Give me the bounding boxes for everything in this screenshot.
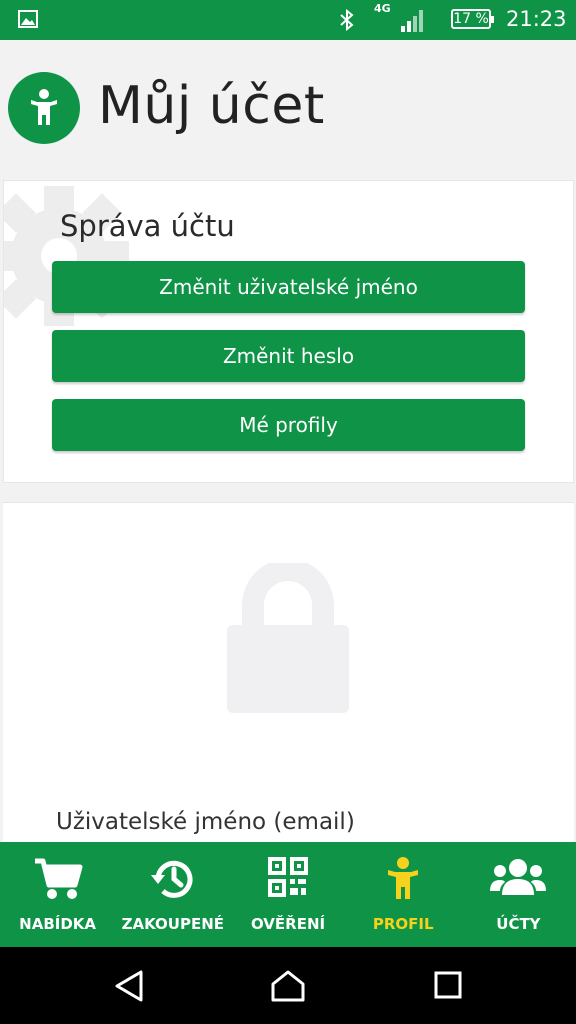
bottom-navigation: NABÍDKA ZAKOUPENÉ OVĚŘENÍ PROFIL ÚČTY	[0, 842, 576, 947]
account-management-card: Správa účtu Změnit uživatelské jméno Změ…	[3, 180, 574, 483]
account-management-title: Správa účtu	[60, 209, 235, 243]
nav-item-offer[interactable]: NABÍDKA	[0, 842, 115, 947]
home-icon[interactable]	[270, 969, 306, 1003]
username-field-label: Uživatelské jméno (email)	[56, 809, 355, 835]
signal-icon	[401, 10, 423, 32]
nav-label-accounts: ÚČTY	[496, 915, 541, 933]
change-username-button[interactable]: Změnit uživatelské jméno	[52, 261, 525, 313]
lock-icon	[227, 563, 349, 713]
nav-label-offer: NABÍDKA	[19, 915, 97, 933]
nav-item-verification[interactable]: OVĚŘENÍ	[230, 842, 345, 947]
gallery-notification-icon	[18, 10, 38, 28]
nav-label-profile: PROFIL	[372, 915, 434, 933]
page-header: Můj účet	[0, 40, 576, 178]
network-type: 4G	[374, 2, 391, 15]
battery-indicator: 17 %	[451, 9, 494, 29]
nav-label-verification: OVĚŘENÍ	[250, 915, 326, 933]
page-title: Můj účet	[98, 76, 325, 136]
credentials-card: Uživatelské jméno (email)	[3, 502, 574, 842]
avatar	[8, 72, 80, 144]
nav-item-purchased[interactable]: ZAKOUPENÉ	[115, 842, 230, 947]
nav-label-purchased: ZAKOUPENÉ	[121, 915, 225, 933]
users-icon	[490, 859, 547, 895]
person-icon	[31, 89, 57, 125]
recents-icon[interactable]	[433, 969, 463, 1001]
bluetooth-icon	[340, 9, 354, 31]
clock: 21:23	[506, 7, 567, 31]
history-icon	[150, 860, 193, 898]
my-profiles-button[interactable]: Mé profily	[52, 399, 525, 451]
change-password-button[interactable]: Změnit heslo	[52, 330, 525, 382]
qr-code-icon	[268, 857, 308, 897]
person-icon	[388, 857, 419, 899]
back-icon[interactable]	[113, 969, 145, 1003]
nav-item-profile[interactable]: PROFIL	[346, 842, 461, 947]
nav-item-accounts[interactable]: ÚČTY	[461, 842, 576, 947]
cart-icon	[34, 858, 83, 899]
status-bar: 4G 17 % 21:23	[0, 0, 576, 40]
system-navigation-bar	[0, 947, 576, 1024]
